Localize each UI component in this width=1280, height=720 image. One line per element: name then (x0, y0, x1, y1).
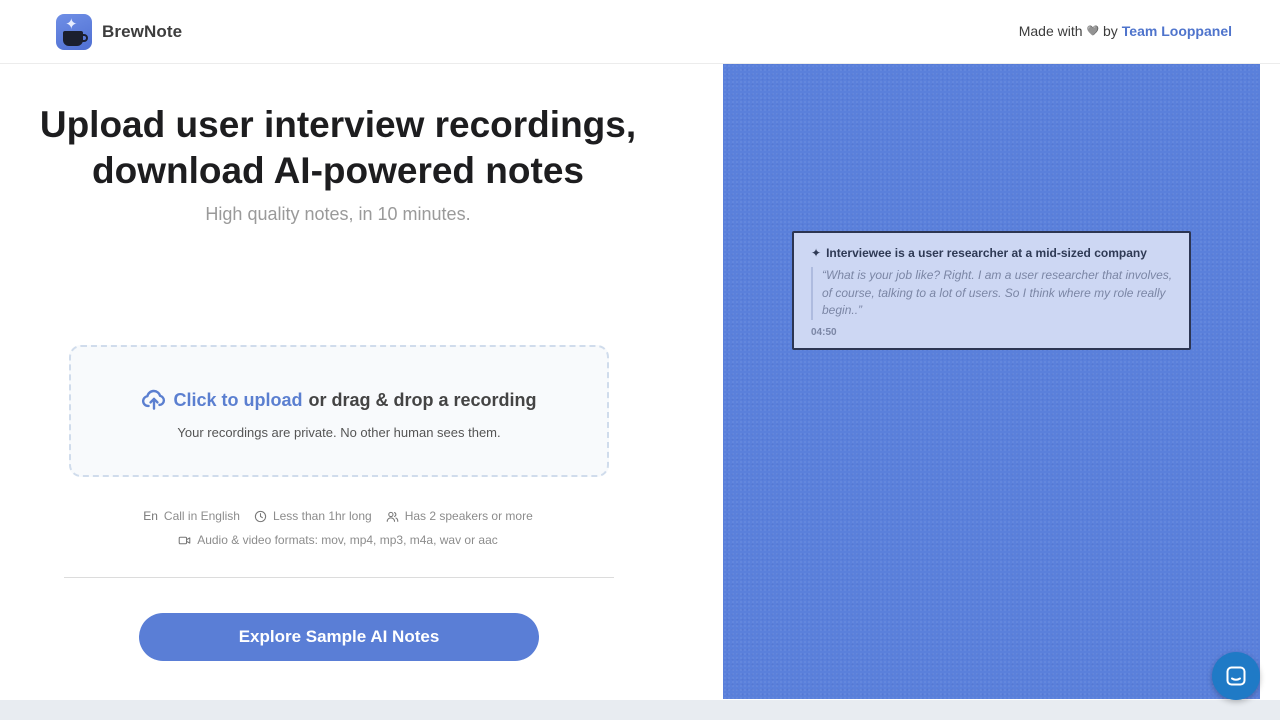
recording-requirements: En Call in English Less than 1hr long Ha… (0, 508, 676, 556)
note-title: ✦ Interviewee is a user researcher at a … (811, 246, 1147, 260)
upload-section: Upload user interview recordings, downlo… (0, 64, 676, 700)
page-title-line-2: download AI-powered notes (92, 150, 584, 191)
clock-icon (254, 510, 267, 522)
requirement-language-text: Call in English (163, 509, 240, 523)
upload-dropzone[interactable]: Click to upload or drag & drop a recordi… (69, 345, 609, 477)
sample-note-card: ✦ Interviewee is a user researcher at a … (792, 231, 1191, 350)
top-navigation-bar: ✦ BrewNote Made with 🩶 by Team Looppanel (0, 0, 1280, 64)
requirement-speakers: Has 2 speakers or more (386, 509, 533, 523)
requirement-speakers-text: Has 2 speakers or more (404, 509, 533, 523)
requirement-formats: Audio & video formats: mov, mp4, mp3, m4… (178, 533, 498, 547)
credit-prefix: Made with (1018, 23, 1083, 39)
video-camera-icon (178, 536, 191, 544)
brand[interactable]: ✦ BrewNote (56, 14, 182, 50)
brewnote-logo-icon: ✦ (56, 14, 92, 50)
privacy-note: Your recordings are private. No other hu… (177, 425, 501, 440)
heart-icon: 🩶 (1086, 25, 1099, 37)
credit-by: by (1103, 23, 1118, 39)
requirement-duration-text: Less than 1hr long (272, 509, 372, 523)
requirement-duration: Less than 1hr long (254, 509, 372, 523)
page-footer-strip (0, 700, 1280, 720)
credit-line: Made with 🩶 by Team Looppanel (1019, 23, 1232, 39)
team-looppanel-link[interactable]: Team Looppanel (1122, 23, 1232, 39)
chat-bubble-icon (1226, 666, 1246, 686)
notes-preview-panel: ✦ Interviewee is a user researcher at a … (723, 64, 1260, 699)
drag-drop-text: or drag & drop a recording (308, 389, 537, 410)
section-divider (64, 577, 614, 578)
page-title: Upload user interview recordings, downlo… (0, 102, 676, 194)
upload-prompt: Click to upload or drag & drop a recordi… (71, 387, 607, 413)
explore-sample-notes-button[interactable]: Explore Sample AI Notes (139, 613, 539, 661)
note-quote: “What is your job like? Right. I am a us… (811, 267, 1181, 320)
requirement-language: En Call in English (143, 509, 240, 523)
note-title-text: Interviewee is a user researcher at a mi… (826, 246, 1147, 260)
page-title-line-1: Upload user interview recordings, (39, 104, 637, 145)
note-timestamp: 04:50 (811, 327, 837, 338)
page-subtitle: High quality notes, in 10 minutes. (205, 204, 471, 224)
language-icon: En (143, 509, 158, 523)
chat-launcher-button[interactable] (1212, 652, 1260, 700)
users-icon (386, 511, 399, 522)
cloud-upload-icon (142, 389, 166, 410)
requirement-formats-text: Audio & video formats: mov, mp4, mp3, m4… (197, 533, 498, 547)
brand-name: BrewNote (102, 22, 183, 41)
ai-sparkle-icon: ✦ (811, 246, 822, 260)
panel-texture (723, 64, 1260, 699)
click-to-upload-link[interactable]: Click to upload (173, 390, 302, 411)
